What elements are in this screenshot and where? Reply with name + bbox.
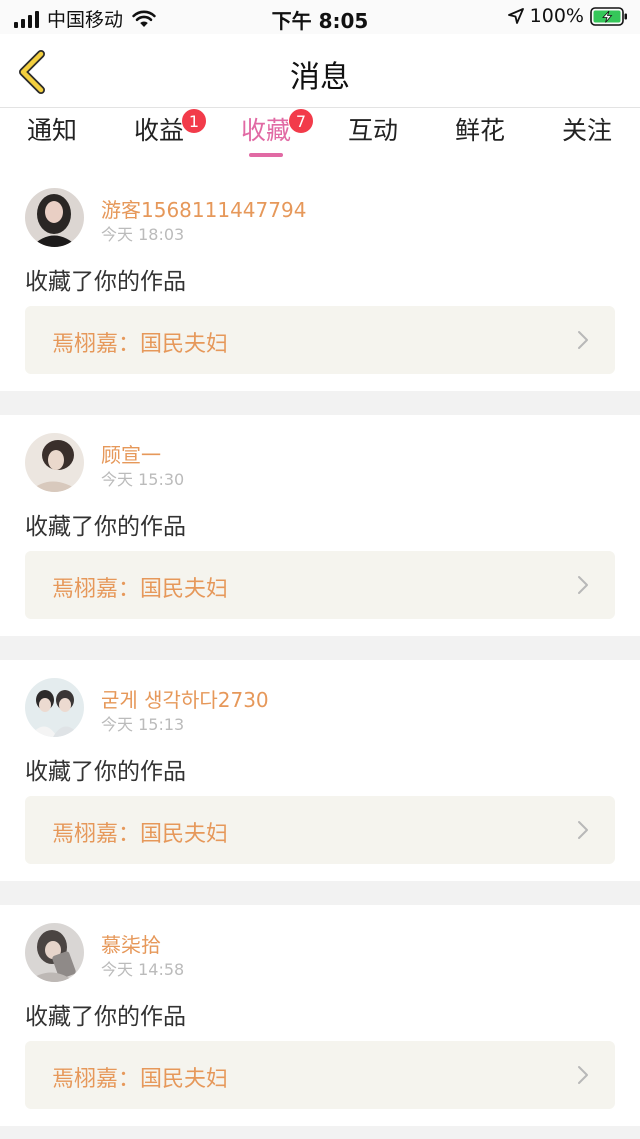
action-text: 收藏了你的作品 bbox=[25, 759, 186, 785]
work-title: 焉栩嘉：国民夫妇 bbox=[52, 577, 229, 602]
tab-notifications[interactable]: 通知 bbox=[2, 114, 102, 164]
tab-label: 鲜花 bbox=[454, 116, 505, 145]
timestamp: 今天 14:58 bbox=[101, 960, 185, 979]
username[interactable]: 游客1568111447794 bbox=[101, 194, 306, 223]
work-link[interactable]: 焉栩嘉：国民夫妇 bbox=[25, 1041, 615, 1109]
status-right: 100% bbox=[507, 5, 628, 27]
username[interactable]: 顾宣一 bbox=[101, 439, 161, 468]
message-card: 顾宣一 今天 15:30 收藏了你的作品 焉栩嘉：国民夫妇 bbox=[0, 415, 640, 636]
action-text: 收藏了你的作品 bbox=[25, 514, 186, 540]
battery-charging-icon bbox=[590, 6, 627, 26]
timestamp: 今天 15:30 bbox=[101, 470, 185, 489]
work-link[interactable]: 焉栩嘉：国民夫妇 bbox=[25, 551, 615, 619]
tab-bar: 通知 收益 1 收藏 7 互动 鲜花 关注 bbox=[0, 108, 640, 170]
tab-follows[interactable]: 关注 bbox=[537, 114, 637, 164]
timestamp: 今天 18:03 bbox=[101, 225, 185, 244]
work-link[interactable]: 焉栩嘉：国民夫妇 bbox=[25, 796, 615, 864]
tab-label: 收益 bbox=[133, 116, 184, 145]
status-bar: 中国移动 下午 8:05 100% bbox=[0, 0, 640, 34]
avatar[interactable] bbox=[25, 678, 84, 737]
tab-flowers[interactable]: 鲜花 bbox=[430, 114, 530, 164]
action-text: 收藏了你的作品 bbox=[25, 1004, 186, 1030]
message-card: 굳게 생각하다2730 今天 15:13 收藏了你的作品 焉栩嘉：国民夫妇 bbox=[0, 660, 640, 881]
unread-badge: 1 bbox=[181, 108, 207, 134]
message-card: 游客1568111447794 今天 18:03 收藏了你的作品 焉栩嘉：国民夫… bbox=[0, 170, 640, 391]
nav-bar: 消息 bbox=[0, 34, 640, 108]
chevron-right-icon bbox=[578, 331, 588, 349]
avatar[interactable] bbox=[25, 188, 84, 247]
chevron-right-icon bbox=[578, 821, 588, 839]
tab-label: 互动 bbox=[347, 116, 398, 145]
work-link[interactable]: 焉栩嘉：国民夫妇 bbox=[25, 306, 615, 374]
avatar[interactable] bbox=[25, 433, 84, 492]
tab-interactions[interactable]: 互动 bbox=[323, 114, 423, 164]
tab-label: 关注 bbox=[561, 116, 612, 145]
tab-label: 收藏 bbox=[240, 116, 291, 145]
work-title: 焉栩嘉：国民夫妇 bbox=[52, 332, 229, 357]
timestamp: 今天 15:13 bbox=[101, 715, 185, 734]
tab-earnings[interactable]: 收益 1 bbox=[109, 108, 209, 164]
battery-percent: 100% bbox=[529, 5, 584, 27]
location-arrow-icon bbox=[507, 8, 524, 24]
work-title: 焉栩嘉：国民夫妇 bbox=[52, 822, 229, 847]
active-tab-indicator bbox=[249, 153, 283, 157]
chevron-right-icon bbox=[578, 576, 588, 594]
message-list: 游客1568111447794 今天 18:03 收藏了你的作品 焉栩嘉：国民夫… bbox=[0, 170, 640, 1139]
chevron-right-icon bbox=[578, 1066, 588, 1084]
action-text: 收藏了你的作品 bbox=[25, 269, 186, 295]
message-card: 慕柒拾 今天 14:58 收藏了你的作品 焉栩嘉：国民夫妇 bbox=[0, 905, 640, 1126]
tab-label: 通知 bbox=[26, 116, 77, 145]
avatar[interactable] bbox=[25, 923, 84, 982]
tab-favorites[interactable]: 收藏 7 bbox=[216, 108, 316, 164]
username[interactable]: 慕柒拾 bbox=[101, 929, 161, 958]
work-title: 焉栩嘉：国民夫妇 bbox=[52, 1067, 229, 1092]
unread-badge: 7 bbox=[288, 108, 314, 134]
page-title: 消息 bbox=[290, 60, 350, 95]
username[interactable]: 굳게 생각하다2730 bbox=[101, 684, 269, 713]
